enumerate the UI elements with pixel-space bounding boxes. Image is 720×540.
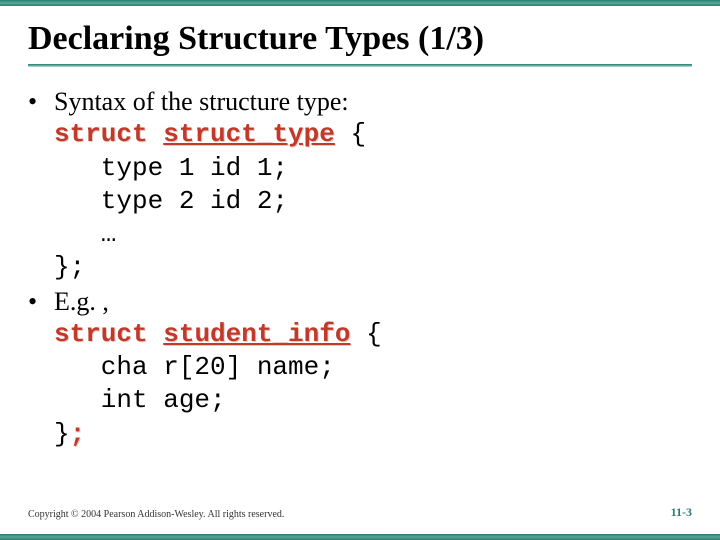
bullet-dot: • [28,85,54,118]
bullet-2-text: E.g. , [54,285,692,318]
bottom-border [0,534,720,540]
code1-line1: type 1 id 1; [54,153,288,183]
title-underline [28,64,692,67]
code2-line1: cha r[20] name; [54,352,335,382]
open-brace-2: { [350,319,381,349]
code2-line2: int age; [54,385,226,415]
slide-content: • Syntax of the structure type: struct s… [28,85,692,451]
slide-body: Declaring Structure Types (1/3) • Syntax… [0,6,720,534]
semicolon-highlight: ; [70,419,86,449]
type-name-2: student_info [163,319,350,349]
page-number: 11-3 [671,505,692,520]
bullet-2: • E.g. , [28,285,692,318]
code-block-2: struct student_info { cha r[20] name; in… [54,318,692,451]
bullet-1-text: Syntax of the structure type: [54,85,692,118]
close-brace-1: }; [54,252,85,282]
bullet-dot: • [28,285,54,318]
code-block-1: struct struct_type { type 1 id 1; type 2… [54,118,692,284]
open-brace-1: { [335,119,366,149]
bullet-1: • Syntax of the structure type: [28,85,692,118]
keyword-struct: struct [54,319,148,349]
copyright-text: Copyright © 2004 Pearson Addison-Wesley.… [28,509,284,520]
type-name-1: struct_type [163,119,335,149]
close-brace-2: } [54,419,70,449]
code1-line2: type 2 id 2; [54,186,288,216]
code1-line3: … [54,219,116,249]
slide-title: Declaring Structure Types (1/3) [28,20,692,58]
keyword-struct: struct [54,119,148,149]
